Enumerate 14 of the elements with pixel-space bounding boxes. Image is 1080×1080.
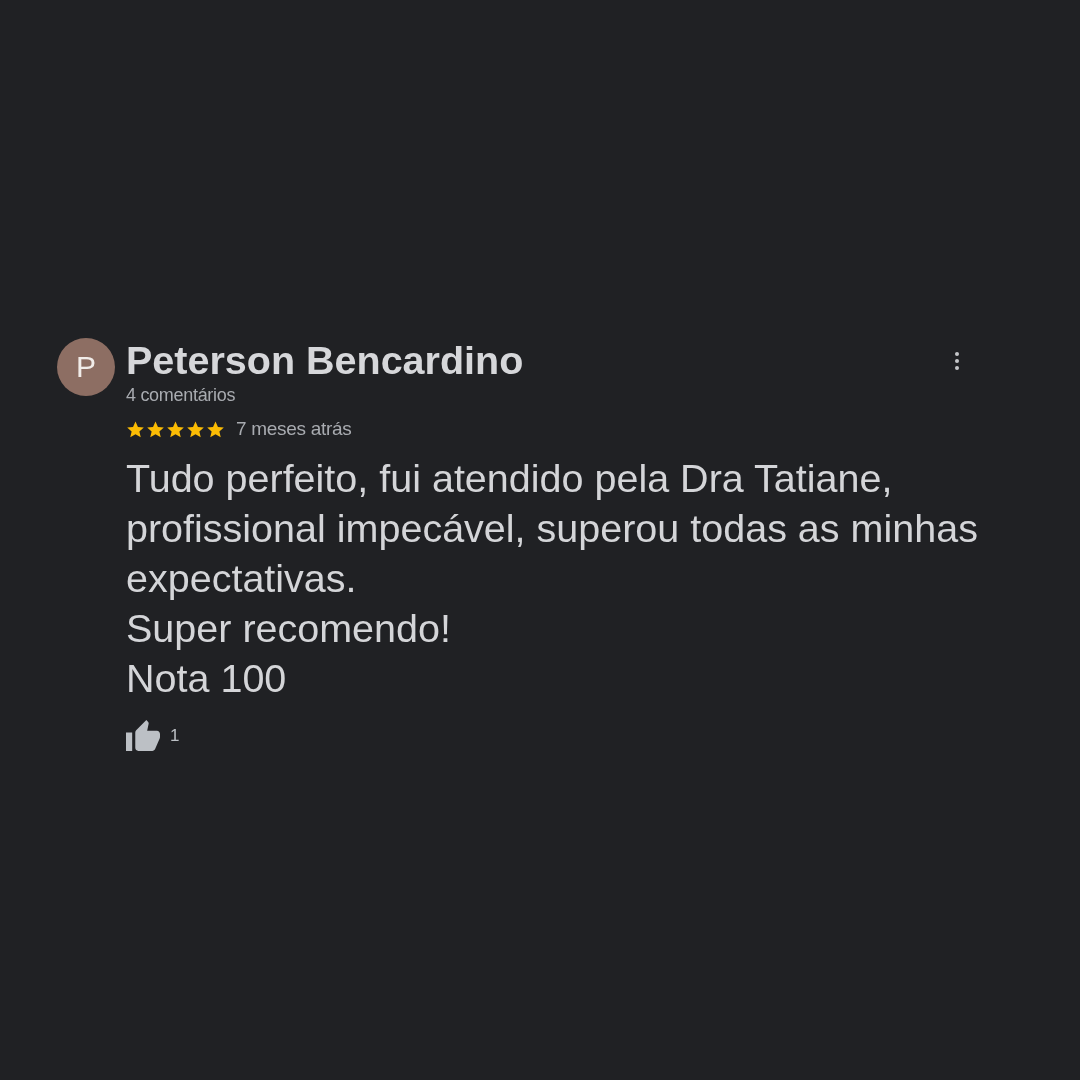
more-vertical-icon (955, 352, 959, 370)
star-icon (126, 419, 145, 439)
thumbs-up-icon (126, 720, 160, 751)
star-icon (206, 419, 225, 439)
avatar-circle: P (57, 338, 115, 396)
star-icon (146, 419, 165, 439)
review-count: 4 comentários (126, 384, 237, 406)
reviewer-name: Peterson Bencardino (126, 338, 524, 382)
review-text: Tudo perfeito, fui atendido pela Dra Tatiane, profissional impecável, superou todas as minhas expectativas. Super recomendo! Nota 100 (126, 455, 979, 702)
star-icon (166, 419, 185, 439)
review-date: 7 meses atrás (236, 418, 352, 440)
like-count: 1 (170, 725, 180, 746)
like-button[interactable] (126, 720, 160, 751)
star-icon (186, 419, 205, 439)
